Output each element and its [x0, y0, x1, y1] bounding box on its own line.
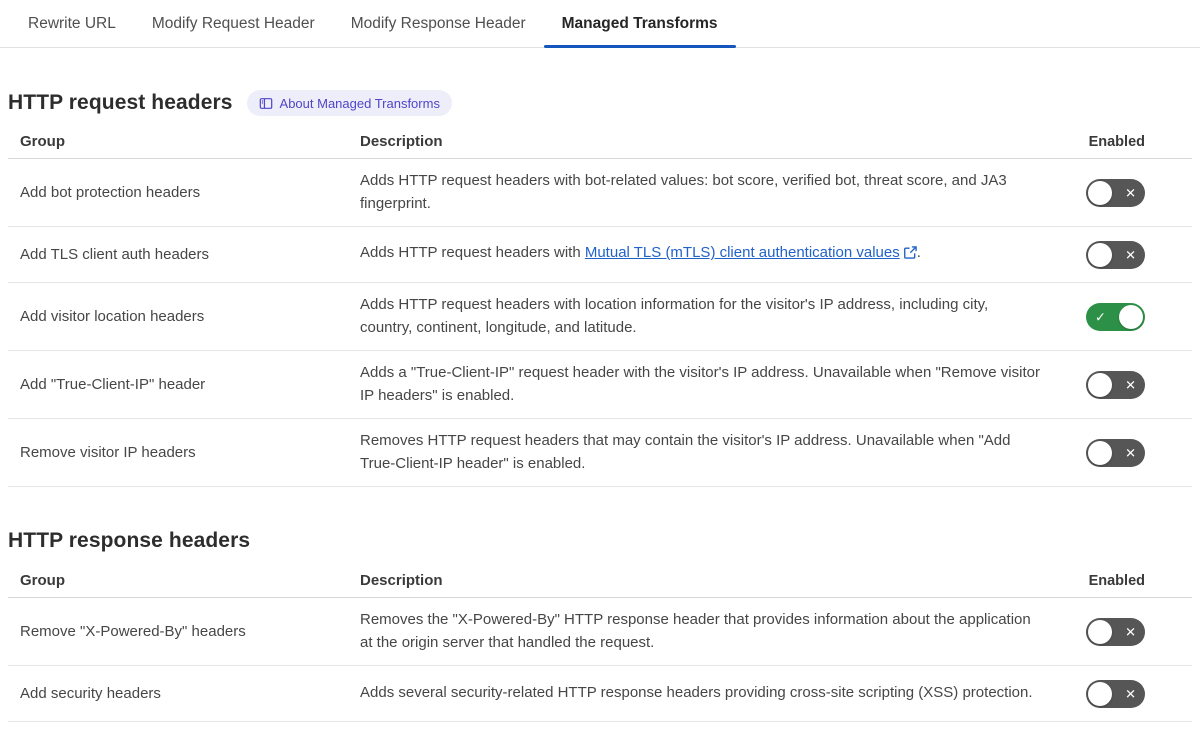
tab-label: Rewrite URL — [28, 14, 116, 32]
table-row-add-visitor-location-headers: Add visitor location headers Adds HTTP r… — [8, 283, 1192, 351]
http-response-headers-section: HTTP response headers Group Description … — [8, 529, 1192, 722]
badge-label: About Managed Transforms — [279, 95, 440, 111]
toggle-add-bot-protection-headers[interactable]: ✓ ✕ — [1086, 178, 1145, 207]
check-icon: ✓ — [1095, 309, 1106, 324]
toggle-knob — [1119, 304, 1143, 329]
about-managed-transforms-badge[interactable]: About Managed Transforms — [246, 90, 452, 116]
tab-modify-response-header[interactable]: Modify Response Header — [333, 0, 544, 47]
table-row-add-security-headers: Add security headers Adds several securi… — [8, 666, 1192, 722]
toggle-add-security-headers[interactable]: ✓ ✕ — [1086, 679, 1145, 708]
section-title: HTTP response headers — [8, 529, 251, 552]
row-description: Adds HTTP request headers with Mutual TL… — [360, 242, 1040, 267]
transform-rules-tabbar: Rewrite URL Modify Request Header Modify… — [0, 0, 1200, 48]
row-group-label: Add visitor location headers — [20, 307, 205, 325]
external-link-icon — [903, 244, 917, 267]
column-header-group: Group — [20, 133, 65, 150]
row-group-label: Add bot protection headers — [20, 183, 201, 201]
row-group-label: Remove visitor IP headers — [20, 443, 196, 461]
cross-icon: ✕ — [1125, 377, 1136, 392]
column-header-group: Group — [20, 572, 65, 589]
row-description: Adds a "True-Client-IP" request header w… — [360, 364, 1040, 404]
column-header-enabled: Enabled — [1088, 134, 1145, 150]
tab-rewrite-url[interactable]: Rewrite URL — [10, 0, 134, 47]
description-prefix: Adds HTTP request headers with — [360, 244, 585, 262]
cross-icon: ✕ — [1125, 445, 1136, 460]
column-header-description: Description — [360, 132, 443, 150]
row-description: Adds HTTP request headers with bot-relat… — [360, 172, 1007, 212]
toggle-remove-visitor-ip-headers[interactable]: ✓ ✕ — [1086, 438, 1145, 467]
row-description: Removes HTTP request headers that may co… — [360, 432, 1011, 472]
toggle-add-visitor-location-headers[interactable]: ✓ ✕ — [1086, 302, 1145, 331]
section-title: HTTP request headers — [8, 91, 233, 114]
row-description: Adds HTTP request headers with location … — [360, 296, 989, 336]
tab-label: Modify Response Header — [350, 14, 526, 32]
toggle-add-tls-client-auth-headers[interactable]: ✓ ✕ — [1086, 240, 1145, 269]
cross-icon: ✕ — [1125, 247, 1136, 262]
table-row-add-true-client-ip-header: Add "True-Client-IP" header Adds a "True… — [8, 351, 1192, 419]
mtls-docs-link[interactable]: Mutual TLS (mTLS) client authentication … — [585, 244, 900, 261]
toggle-knob — [1088, 372, 1112, 397]
table-row-remove-x-powered-by-headers: Remove "X-Powered-By" headers Removes th… — [8, 598, 1192, 666]
column-header-enabled: Enabled — [1088, 573, 1145, 589]
toggle-knob — [1088, 180, 1112, 205]
table-row-remove-visitor-ip-headers: Remove visitor IP headers Removes HTTP r… — [8, 419, 1192, 487]
column-header-description: Description — [360, 571, 443, 589]
toggle-add-true-client-ip-header[interactable]: ✓ ✕ — [1086, 370, 1145, 399]
cross-icon: ✕ — [1125, 185, 1136, 200]
http-request-headers-section: HTTP request headers About Managed Trans… — [8, 90, 1192, 487]
row-group-label: Add "True-Client-IP" header — [20, 375, 206, 393]
row-description: Adds several security-related HTTP respo… — [360, 684, 1033, 702]
book-icon — [259, 97, 273, 110]
toggle-knob — [1088, 681, 1112, 706]
row-group-label: Add TLS client auth headers — [20, 245, 210, 263]
toggle-knob — [1088, 242, 1112, 267]
row-group-label: Remove "X-Powered-By" headers — [20, 622, 246, 640]
tab-managed-transforms[interactable]: Managed Transforms — [543, 0, 736, 48]
tab-label: Modify Request Header — [151, 14, 315, 32]
cross-icon: ✕ — [1125, 624, 1136, 639]
toggle-knob — [1088, 619, 1112, 644]
toggle-knob — [1088, 440, 1112, 465]
response-table-header: Group Description Enabled — [8, 565, 1192, 598]
table-row-add-bot-protection-headers: Add bot protection headers Adds HTTP req… — [8, 159, 1192, 227]
cross-icon: ✕ — [1125, 686, 1136, 701]
row-group-label: Add security headers — [20, 684, 161, 702]
tab-modify-request-header[interactable]: Modify Request Header — [134, 0, 333, 47]
table-row-add-tls-client-auth-headers: Add TLS client auth headers Adds HTTP re… — [8, 227, 1192, 283]
toggle-remove-x-powered-by-headers[interactable]: ✓ ✕ — [1086, 617, 1145, 646]
row-description: Removes the "X-Powered-By" HTTP response… — [360, 611, 1031, 651]
description-suffix: . — [916, 244, 921, 262]
request-table-header: Group Description Enabled — [8, 126, 1192, 159]
tab-label: Managed Transforms — [561, 14, 718, 32]
